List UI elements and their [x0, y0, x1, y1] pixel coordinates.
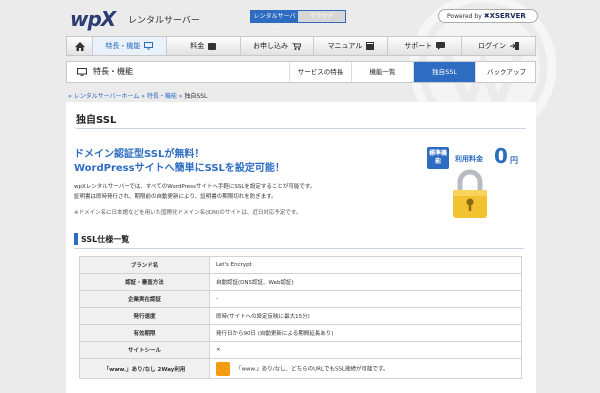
section-title: 特長・機能: [93, 67, 133, 76]
nav-item-pricing[interactable]: 料金: [167, 37, 241, 55]
logo-subtitle: レンタルサーバー: [128, 16, 200, 26]
description-line: wpXレンタルサーバーでは、すべてのWordPressサイトへ手軽にSSLを設定…: [74, 184, 316, 190]
table-row: 有効期限 発行日から90日 (自動更新による期間延長あり): [79, 324, 522, 342]
table-row: ブランド名 Let's Encrypt: [79, 256, 522, 274]
home-icon: [74, 41, 85, 51]
nav-item-label: お申し込み: [253, 42, 289, 50]
idn-note: ※ドメイン名に日本語などを用いた国際化ドメイン名(IDN)のサイトは、近日対応予…: [74, 210, 302, 216]
wallet-icon: [208, 42, 217, 50]
tab-ssl[interactable]: 独自SSL: [413, 62, 475, 82]
headline-primary: ドメイン認証型SSLが無料！: [74, 149, 205, 160]
tab-service-features[interactable]: サービスの特長: [289, 62, 351, 82]
nav-item-label: マニュアル: [327, 42, 363, 50]
xserver-brand-text: XSERVER: [489, 12, 526, 20]
site-header: wpX レンタルサーバー レンタルサーバー クラウド Powered by ✖X…: [0, 0, 600, 36]
nav-item-label: ログイン: [478, 42, 507, 50]
standard-feature-badge: 標準機能: [427, 147, 449, 169]
tab-feature-list[interactable]: 機能一覧: [351, 62, 413, 82]
breadcrumb-current: 独自SSL: [184, 93, 208, 100]
switch-cloud[interactable]: クラウド: [298, 11, 345, 22]
table-row: サイトシール ×: [79, 341, 522, 359]
table-row: 企業実在認証 -: [79, 290, 522, 308]
monitor-icon: [77, 68, 87, 76]
nav-item-features[interactable]: 特長・機能: [93, 37, 167, 55]
section-subbar: 特長・機能 サービスの特長 機能一覧 独自SSL バックアップ: [66, 61, 536, 83]
price-value: 0: [494, 144, 508, 168]
nav-item-support[interactable]: サポート: [388, 37, 463, 55]
section-marker: [74, 233, 78, 245]
price-label: 利用料金: [455, 155, 483, 163]
row-label: サイトシール: [79, 341, 210, 359]
spec-divider: [74, 248, 524, 249]
chat-icon: [436, 42, 446, 50]
row-label: 「www.」あり/なし 2Way利用: [79, 358, 210, 379]
row-label: 有効期限: [79, 324, 210, 342]
book-icon: [366, 42, 375, 50]
breadcrumb: » レンタルサーバーホーム » 特長・機能 » 独自SSL: [68, 91, 207, 100]
row-value: 「www.」あり/なし、どちらのURLでもSSL接続が可能です。: [236, 366, 389, 372]
row-value: ×: [209, 341, 522, 359]
price-unit: 円: [510, 156, 518, 165]
badge-text: 標準機能: [428, 150, 447, 165]
powered-by-text: Powered by: [447, 13, 482, 20]
row-label: 企業実在認証: [79, 290, 210, 308]
row-value: 発行日から90日 (自動更新による期間延長あり): [209, 324, 522, 342]
two-way-icon: [216, 361, 230, 376]
row-value: -: [209, 290, 522, 308]
powered-by-badge[interactable]: Powered by ✖XSERVER: [438, 9, 538, 23]
home-button[interactable]: [67, 37, 93, 55]
ssl-spec-table: ブランド名 Let's Encrypt 認証・審査方法 自動認証(DNS認証、Web…: [79, 256, 522, 379]
nav-item-login[interactable]: ログイン: [462, 37, 535, 55]
row-label: 発行速度: [79, 307, 210, 325]
row-value-with-icon: 「www.」あり/なし、どちらのURLでもSSL接続が可能です。: [209, 358, 522, 379]
breadcrumb-home[interactable]: レンタルサーバーホーム: [74, 93, 140, 100]
nav-item-label: サポート: [404, 42, 433, 50]
nav-item-label: 料金: [190, 42, 205, 50]
row-value: Let's Encrypt: [209, 256, 522, 274]
service-switch: レンタルサーバー クラウド: [250, 10, 346, 31]
description-line: 証明書は即時発行され、期限前の自動更新により、証明書の期限切れを防ぎます。: [74, 194, 277, 200]
monitor-icon: [144, 42, 154, 50]
title-divider: [76, 128, 526, 129]
global-nav: 特長・機能 料金 お申し込み マニュアル サポート ログイン: [66, 36, 536, 56]
nav-item-label: 特長・機能: [105, 42, 141, 50]
page-title: 独自SSL: [76, 115, 117, 126]
switch-rental-server[interactable]: レンタルサーバー: [251, 11, 298, 31]
nav-item-apply[interactable]: お申し込み: [241, 37, 315, 55]
spec-section-title: SSL仕様一覧: [81, 235, 130, 244]
section-tabs: サービスの特長 機能一覧 独自SSL バックアップ: [289, 62, 537, 82]
site-logo[interactable]: wpX: [70, 7, 116, 31]
cart-icon: [292, 42, 302, 50]
login-icon: [510, 42, 520, 50]
nav-item-manual[interactable]: マニュアル: [314, 37, 389, 55]
row-label: 認証・審査方法: [79, 273, 210, 291]
table-row: 発行速度 即時(サイトへの設定反映に最大15分): [79, 307, 522, 325]
row-value: 即時(サイトへの設定反映に最大15分): [209, 307, 522, 325]
row-value: 自動認証(DNS認証、Web認証): [209, 273, 522, 291]
padlock-icon: [453, 169, 487, 218]
breadcrumb-parent[interactable]: 特長・機能: [147, 93, 177, 100]
row-label: ブランド名: [79, 256, 210, 274]
headline-secondary: WordPressサイトへ簡単にSSLを設定可能！: [74, 163, 285, 174]
table-row: 「www.」あり/なし 2Way利用 「www.」あり/なし、どちらのURLでもS…: [79, 358, 522, 379]
tab-backup[interactable]: バックアップ: [475, 62, 537, 82]
table-row: 認証・審査方法 自動認証(DNS認証、Web認証): [79, 273, 522, 291]
